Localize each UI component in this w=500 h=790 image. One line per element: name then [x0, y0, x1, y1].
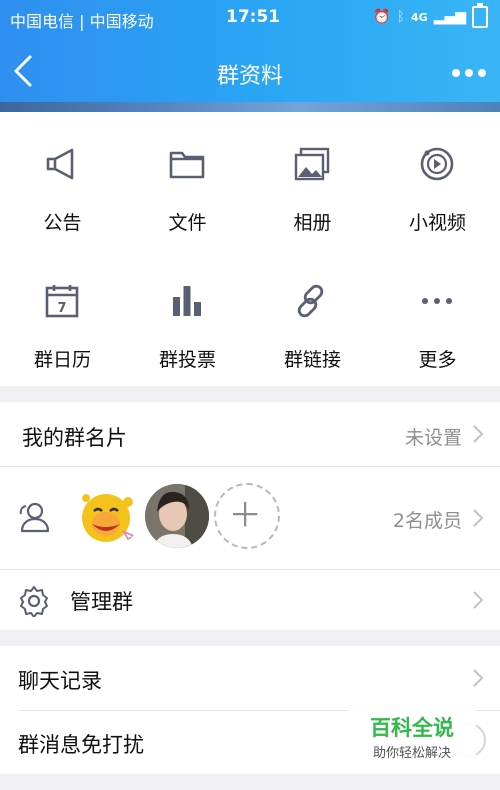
feature-announcement[interactable]: 公告: [0, 112, 125, 249]
photo-album-icon: [294, 147, 330, 181]
manage-group-label: 管理群: [70, 590, 133, 614]
status-bar: 中国电信 | 中国移动 17:51 ⏰ ᛒ 4G ▂▄▆: [0, 0, 500, 36]
watermark-subtitle: 助你轻松解决: [372, 746, 451, 761]
plus-icon: [232, 501, 258, 527]
folder-icon: [169, 151, 205, 179]
chevron-right-icon: [473, 425, 484, 443]
bar-chart-icon: [173, 286, 201, 316]
carrier-label: 中国电信 | 中国移动: [10, 12, 154, 31]
feature-album[interactable]: 相册: [250, 112, 375, 249]
status-icons: ⏰ ᛒ 4G ▂▄▆: [373, 3, 488, 28]
chevron-right-icon: [473, 591, 484, 609]
header: 中国电信 | 中国移动 17:51 ⏰ ᛒ 4G ▂▄▆ 群资料: [0, 0, 500, 112]
calendar-icon: 7: [45, 285, 79, 318]
add-member-button[interactable]: [214, 483, 280, 549]
feature-files[interactable]: 文件: [125, 112, 250, 249]
navigation-bar: 群资料: [0, 40, 500, 102]
watermark-logo: 百科全说 助你轻松解决: [348, 704, 476, 766]
feature-calendar[interactable]: 7 群日历: [0, 249, 125, 386]
chat-history-label: 聊天记录: [18, 669, 102, 693]
group-card-row[interactable]: 我的群名片 未设置: [0, 402, 500, 466]
member-count: 2名成员: [392, 510, 462, 532]
gear-icon: [20, 586, 48, 617]
cartoon-avatar-image: [82, 494, 136, 542]
chevron-right-icon: [473, 669, 484, 687]
feature-link[interactable]: 群链接: [250, 249, 375, 386]
members-icon: [19, 502, 50, 533]
group-card-value: 未设置: [404, 427, 462, 449]
feature-grid: 公告 文件 相册 小视频 7 群日历 群投票 群链接 更多: [0, 112, 500, 386]
chevron-right-icon: [473, 509, 484, 527]
group-card-label: 我的群名片: [22, 426, 127, 450]
feature-label: 文件: [168, 212, 207, 234]
calendar-day: 7: [57, 301, 66, 316]
feature-short-video[interactable]: 小视频: [375, 112, 500, 249]
feature-label: 小视频: [408, 212, 466, 234]
feature-label: 相册: [293, 212, 332, 234]
video-icon: [420, 147, 454, 181]
alarm-icon: ⏰: [373, 9, 391, 25]
header-banner-strip: [0, 102, 500, 112]
feature-label: 群链接: [283, 349, 341, 371]
feature-vote[interactable]: 群投票: [125, 249, 250, 386]
bluetooth-icon: ᛒ: [396, 9, 405, 25]
feature-label: 群投票: [158, 349, 216, 371]
page-title: 群资料: [216, 64, 283, 89]
group-info-section: 我的群名片 未设置 2名成员 管理群: [0, 402, 500, 630]
megaphone-icon: [46, 148, 74, 180]
photo-avatar-image: [145, 484, 209, 548]
feature-label: 更多: [418, 349, 457, 371]
mute-notifications-label: 群消息免打扰: [18, 733, 144, 757]
members-row[interactable]: 2名成员: [0, 467, 500, 569]
feature-more[interactable]: 更多: [375, 249, 500, 386]
clock: 17:51: [226, 7, 281, 27]
watermark-title: 百科全说: [370, 716, 454, 740]
signal-icon: ▂▄▆: [433, 9, 466, 25]
avatar[interactable]: [76, 484, 140, 548]
manage-group-row[interactable]: 管理群: [0, 570, 500, 630]
avatar[interactable]: [145, 484, 209, 548]
network-label: 4G: [411, 10, 428, 24]
feature-label: 公告: [43, 212, 82, 234]
more-options-icon[interactable]: [452, 69, 486, 77]
more-dots-icon: [422, 298, 452, 304]
chat-history-row[interactable]: 聊天记录: [0, 646, 500, 710]
feature-label: 群日历: [33, 349, 91, 371]
battery-icon: [472, 3, 488, 28]
link-icon: [297, 284, 324, 318]
